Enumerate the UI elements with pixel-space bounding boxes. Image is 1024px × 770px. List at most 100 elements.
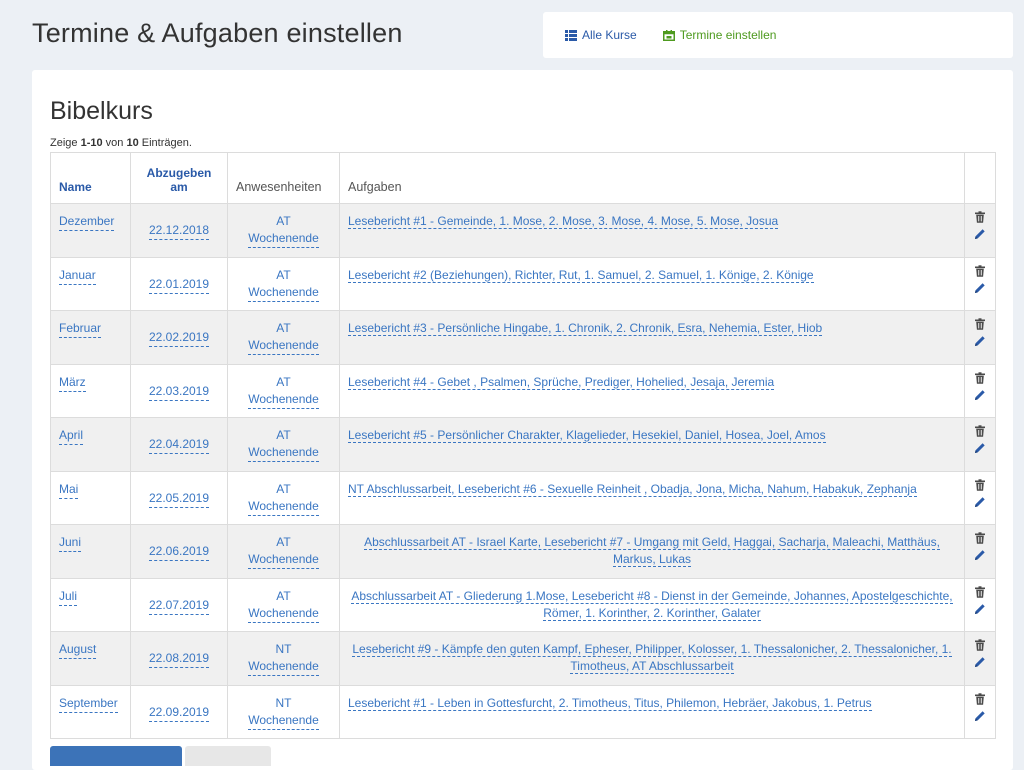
table-row: Juli 22.07.2019 AT Wochenende Abschlussarbei… [50,577,996,632]
actions-cell [964,631,996,686]
secondary-action-button[interactable] [185,746,271,766]
trash-icon[interactable] [974,478,986,491]
name-editable[interactable]: Dezember [59,213,115,231]
attendance-type: AT [276,267,291,282]
primary-action-button[interactable] [50,746,182,766]
pencil-icon[interactable] [974,549,986,561]
name-editable[interactable]: Juni [59,534,82,552]
name-cell: April [50,417,131,472]
pencil-icon[interactable] [974,389,986,401]
attendance-cell: AT Wochenende [227,203,340,258]
trash-icon[interactable] [974,532,986,544]
attendance-editable[interactable]: AT Wochenende [248,267,319,302]
name-editable[interactable]: April [59,427,84,445]
trash-icon[interactable] [974,692,986,705]
column-header-due[interactable]: Abzugeben am [130,152,228,204]
pencil-icon[interactable] [974,496,986,508]
table-row: Dezember 22.12.2018 AT Wochenende Leseberich… [50,203,996,258]
set-dates-link[interactable]: Termine einstellen [662,28,776,42]
tasks-editable[interactable]: Lesebericht #5 - Persönlicher Charakter,… [348,428,826,443]
attendance-cell: NT Wochenende [227,684,340,739]
entries-summary: Zeige 1-10 von 10 Einträgen. [50,137,192,149]
pencil-icon[interactable] [974,656,986,668]
attendance-editable[interactable]: AT Wochenende [248,427,319,462]
attendance-cell: AT Wochenende [227,524,340,579]
column-header-name[interactable]: Name [50,152,131,204]
due-date-cell: 22.09.2019 [130,684,228,739]
pencil-icon[interactable] [974,282,986,294]
attendance-cell: AT Wochenende [227,310,340,365]
attendance-editable[interactable]: AT Wochenende [248,481,319,516]
attendance-cell: NT Wochenende [227,631,340,686]
due-date-editable[interactable]: 22.12.2018 [148,222,210,240]
attendance-cell: AT Wochenende [227,470,340,525]
due-date-editable[interactable]: 22.06.2019 [148,543,210,561]
tasks-cell: Lesebericht #4 - Gebet , Psalmen, Sprüch… [339,363,965,418]
due-date-editable[interactable]: 22.07.2019 [148,597,210,615]
all-courses-label: Alle Kurse [582,28,637,42]
trash-icon[interactable] [974,264,986,277]
tasks-cell: Lesebericht #9 - Kämpfe den guten Kampf,… [339,631,965,686]
name-cell: März [50,363,131,418]
name-editable[interactable]: März [59,374,86,392]
name-editable[interactable]: Januar [59,267,96,285]
trash-icon[interactable] [974,371,986,384]
due-date-editable[interactable]: 22.04.2019 [148,436,210,454]
attendance-editable[interactable]: AT Wochenende [248,534,319,569]
attendance-cell: AT Wochenende [227,256,340,311]
trash-icon[interactable] [974,318,986,330]
name-editable[interactable]: Juli [59,588,78,606]
trash-icon[interactable] [974,585,986,598]
trash-icon[interactable] [974,211,986,223]
attendance-label: Wochenende [248,284,319,299]
tasks-editable[interactable]: Lesebericht #1 - Gemeinde, 1. Mose, 2. M… [348,214,779,229]
due-date-editable[interactable]: 22.01.2019 [148,276,210,294]
name-editable[interactable]: September [59,695,118,713]
table-row: Mai 22.05.2019 AT Wochenende NT Abschlussarb… [50,470,996,525]
name-cell: Juni [50,524,131,579]
tasks-editable[interactable]: Lesebericht #3 - Persönliche Hingabe, 1.… [348,321,823,336]
pencil-icon[interactable] [974,603,986,615]
attendance-type: AT [276,535,291,549]
pencil-icon[interactable] [974,228,986,240]
name-editable[interactable]: Mai [59,481,79,499]
tasks-editable[interactable]: NT Abschlussarbeit, Lesebericht #6 - Sex… [348,481,917,497]
pencil-icon[interactable] [974,442,986,454]
tasks-editable[interactable]: Abschlussarbeit AT - Israel Karte, Leseb… [364,535,940,567]
summary-suffix: Einträgen. [138,137,192,149]
due-date-editable[interactable]: 22.02.2019 [148,329,210,347]
attendance-editable[interactable]: AT Wochenende [248,588,319,623]
attendance-editable[interactable]: AT Wochenende [248,374,319,409]
pencil-icon[interactable] [974,335,986,347]
due-header-line1: Abzugeben [146,166,212,180]
trash-icon[interactable] [974,425,986,437]
attendance-editable[interactable]: NT Wochenende [248,695,319,730]
attendance-header-label: Anwesenheiten [236,180,322,194]
pencil-icon[interactable] [974,710,986,722]
due-date-editable[interactable]: 22.08.2019 [148,650,210,668]
tasks-editable[interactable]: Lesebericht #9 - Kämpfe den guten Kampf,… [352,642,952,674]
name-editable[interactable]: August [59,641,97,659]
name-editable[interactable]: Februar [59,320,102,338]
attendance-editable[interactable]: AT Wochenende [248,213,319,248]
name-cell: Dezember [50,203,131,258]
name-cell: Januar [50,256,131,311]
attendance-editable[interactable]: AT Wochenende [248,320,319,355]
tasks-editable[interactable]: Abschlussarbeit AT - Gliederung 1.Mose, … [351,588,953,621]
due-date-editable[interactable]: 22.09.2019 [148,704,210,722]
actions-cell [964,577,996,632]
due-date-editable[interactable]: 22.05.2019 [148,490,210,508]
attendance-type: AT [276,374,291,389]
trash-icon[interactable] [974,639,986,651]
tasks-editable[interactable]: Lesebericht #2 (Beziehungen), Richter, R… [348,267,814,283]
all-courses-link[interactable]: Alle Kurse [565,28,637,42]
attendance-editable[interactable]: NT Wochenende [248,641,319,676]
due-date-cell: 22.03.2019 [130,363,228,418]
tasks-editable[interactable]: Lesebericht #1 - Leben in Gottesfurcht, … [348,695,872,711]
due-date-cell: 22.12.2018 [130,203,228,258]
due-date-editable[interactable]: 22.03.2019 [148,383,210,401]
column-header-tasks: Aufgaben [339,152,965,204]
attendance-label: Wochenende [248,338,319,352]
due-date-cell: 22.07.2019 [130,577,228,632]
tasks-editable[interactable]: Lesebericht #4 - Gebet , Psalmen, Sprüch… [348,374,775,390]
